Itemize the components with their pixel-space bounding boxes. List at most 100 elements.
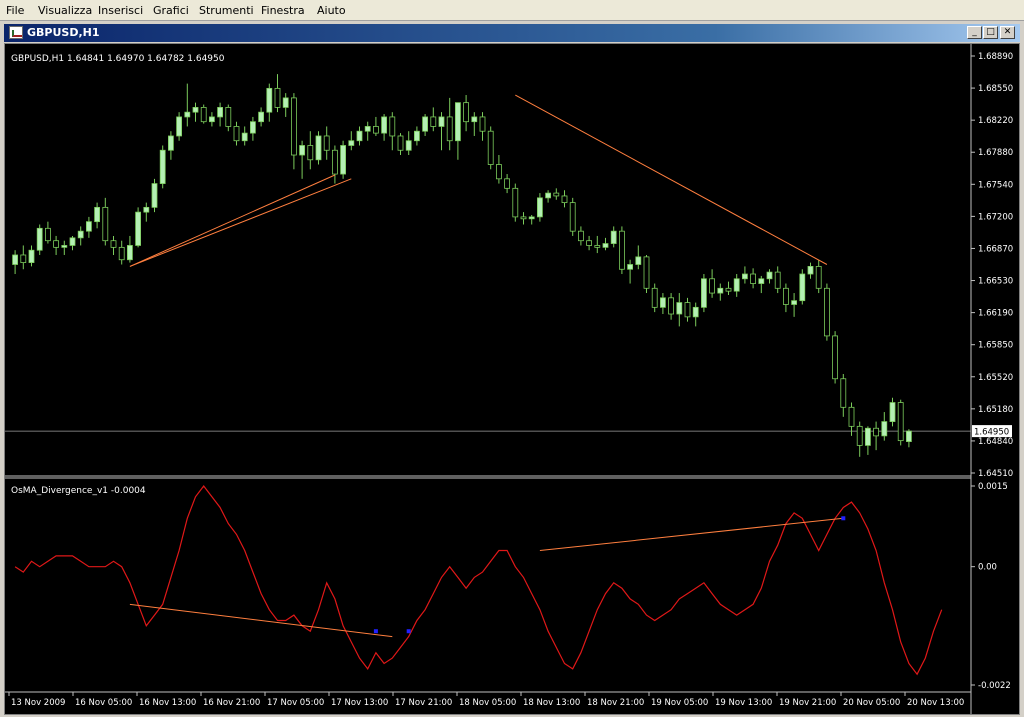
candle-body xyxy=(848,406,855,427)
candle-body xyxy=(832,335,838,380)
price-tick-label: 1.64510 xyxy=(978,469,1013,479)
candle-body xyxy=(53,240,59,248)
candle-body xyxy=(865,427,871,446)
indicator-tick-label: -0.0022 xyxy=(978,681,1011,691)
price-tick-label: 1.66190 xyxy=(978,309,1013,319)
price-tick-label: 1.66530 xyxy=(978,277,1013,287)
candle-body xyxy=(701,278,707,308)
candle-body xyxy=(266,87,273,113)
candle-body xyxy=(258,111,265,123)
candle-body xyxy=(323,135,330,151)
close-button[interactable]: ✕ xyxy=(1000,26,1015,39)
candle-body xyxy=(208,116,215,123)
candle-body xyxy=(290,97,297,156)
time-tick-label: 19 Nov 05:00 xyxy=(651,698,708,708)
candle-body xyxy=(897,402,904,442)
candle-body xyxy=(602,243,609,248)
candle-body xyxy=(750,273,756,284)
menu-file[interactable]: File xyxy=(6,4,24,17)
candle-body xyxy=(889,402,896,422)
candle-body xyxy=(200,107,207,123)
candle-body xyxy=(725,287,732,292)
candle-body xyxy=(28,249,35,263)
candle-body xyxy=(479,116,486,132)
candle-body xyxy=(512,187,519,218)
divergence-marker xyxy=(406,629,411,634)
candle-body xyxy=(282,97,289,108)
candle-body xyxy=(586,240,592,246)
candle-body xyxy=(807,266,814,275)
time-tick-label: 16 Nov 13:00 xyxy=(139,698,196,708)
candle-body xyxy=(495,164,502,180)
candle-body xyxy=(766,271,773,280)
candle-body xyxy=(799,273,806,302)
indicator-tick-label: 0.0015 xyxy=(978,482,1008,492)
candle-body xyxy=(569,202,576,232)
menu-visualizza[interactable]: Visualizza xyxy=(38,4,92,17)
maximize-button[interactable]: □ xyxy=(983,26,998,39)
chart-canvas[interactable]: 1.68890 1.68550 1.68220 1.67880 1.67540 1.672… xyxy=(5,44,1019,714)
candle-body xyxy=(545,192,551,199)
candle-body xyxy=(881,421,888,437)
price-tick-label: 1.65850 xyxy=(978,341,1013,351)
candle-body xyxy=(241,132,248,142)
chart-area[interactable]: 1.68890 1.68550 1.68220 1.67880 1.67540 1.672… xyxy=(4,43,1020,715)
candle-body xyxy=(151,183,158,208)
price-tick-label: 1.68220 xyxy=(978,116,1013,126)
candle-body xyxy=(118,246,125,261)
candle-body xyxy=(815,266,822,289)
candle-body xyxy=(20,254,27,263)
price-tick-label: 1.65180 xyxy=(978,405,1013,415)
candle-body xyxy=(528,216,535,220)
divergence-marker xyxy=(841,516,846,521)
osma-line xyxy=(14,485,943,676)
candle-body xyxy=(520,216,527,220)
time-tick-label: 16 Nov 05:00 xyxy=(75,698,132,708)
candle-body xyxy=(733,278,740,292)
menu-strumenti[interactable]: Strumenti xyxy=(199,4,254,17)
candle-body xyxy=(610,230,617,244)
candle-body xyxy=(840,378,847,408)
time-tick-label: 17 Nov 05:00 xyxy=(267,698,324,708)
time-tick-label: 19 Nov 21:00 xyxy=(779,698,836,708)
time-tick-label: 18 Nov 05:00 xyxy=(459,698,516,708)
time-tick-label: 20 Nov 05:00 xyxy=(843,698,900,708)
candle-body xyxy=(77,230,84,239)
price-tick-label: 1.65520 xyxy=(978,373,1013,383)
chart-window-titlebar[interactable]: GBPUSD,H1 _ □ ✕ xyxy=(4,24,1020,42)
candle-body xyxy=(110,240,117,248)
candle-body xyxy=(692,306,699,318)
candle-body xyxy=(791,300,797,305)
candle-body xyxy=(742,273,748,280)
chart-window-icon[interactable] xyxy=(9,26,23,39)
indicator-divergence-line xyxy=(129,603,393,638)
price-divergence-line xyxy=(129,174,336,267)
minimize-button[interactable]: _ xyxy=(967,26,982,39)
time-tick-label: 20 Nov 13:00 xyxy=(907,698,964,708)
candle-body xyxy=(69,237,76,246)
candle-body xyxy=(717,287,724,294)
candle-body xyxy=(676,302,683,315)
time-tick-label: 16 Nov 21:00 xyxy=(203,698,260,708)
candle-body xyxy=(184,111,191,118)
current-price-label: 1.64950 xyxy=(974,428,1009,438)
time-tick-label: 17 Nov 13:00 xyxy=(331,698,388,708)
menu-inserisci[interactable]: Inserisci xyxy=(98,4,143,17)
candle-body xyxy=(643,256,650,289)
price-tick-label: 1.67540 xyxy=(978,180,1013,190)
price-tick-label: 1.67880 xyxy=(978,148,1013,158)
window-title: GBPUSD,H1 xyxy=(27,26,100,39)
candle-body xyxy=(12,254,18,265)
candle-body xyxy=(463,102,470,123)
price-tick-label: 1.67200 xyxy=(978,212,1013,222)
price-tick-label: 1.64840 xyxy=(978,437,1013,447)
menu-aiuto[interactable]: Aiuto xyxy=(317,4,346,17)
menu-grafici[interactable]: Grafici xyxy=(153,4,189,17)
candle-body xyxy=(471,116,478,123)
candle-body xyxy=(381,116,388,134)
menu-finestra[interactable]: Finestra xyxy=(261,4,305,17)
candle-body xyxy=(331,149,338,175)
candle-body xyxy=(684,302,691,318)
candle-body xyxy=(176,116,183,137)
candle-body xyxy=(192,107,199,113)
